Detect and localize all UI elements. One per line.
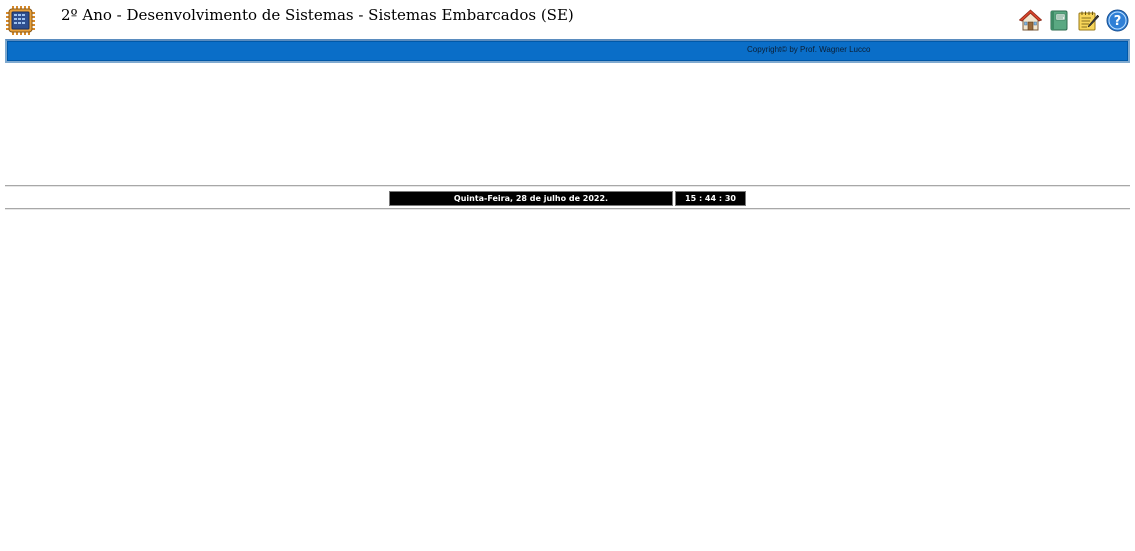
copyright-text: Copyright© by Prof. Wagner Lucco [747, 45, 871, 54]
help-icon[interactable]: ? [1106, 9, 1129, 32]
page: 2º Ano - Desenvolvimento de Sistemas - S… [0, 0, 1135, 551]
svg-text:?: ? [1114, 14, 1122, 29]
top-nav: ? [1019, 9, 1129, 32]
home-icon[interactable] [1019, 9, 1042, 32]
book-icon[interactable] [1048, 9, 1071, 32]
copyright-banner: Copyright© by Prof. Wagner Lucco [5, 39, 1130, 63]
divider-bottom [5, 208, 1130, 210]
clock-display: 15 : 44 : 30 [675, 191, 746, 206]
microchip-icon [5, 5, 36, 36]
notes-icon[interactable] [1077, 9, 1100, 32]
page-title: 2º Ano - Desenvolvimento de Sistemas - S… [61, 6, 574, 24]
date-display: Quinta-Feira, 28 de julho de 2022. [389, 191, 673, 206]
divider-top [5, 185, 1130, 187]
